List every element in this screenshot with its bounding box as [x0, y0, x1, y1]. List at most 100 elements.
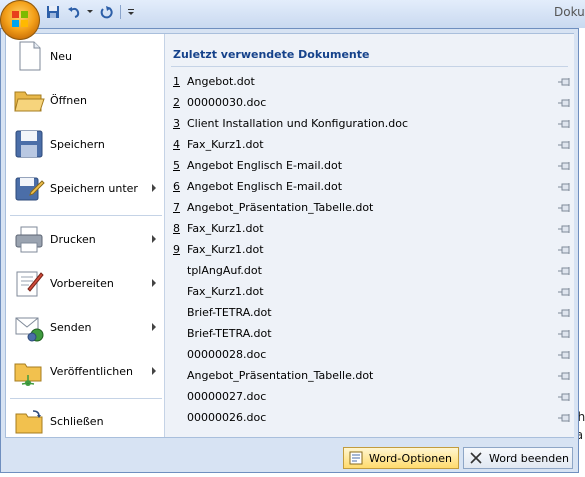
prepare-icon — [16, 271, 44, 297]
menu-item-label: Speichern unter — [50, 181, 138, 195]
recent-document-name: Brief-TETRA.dot — [187, 327, 272, 340]
menu-item-publish[interactable]: Veröffentlichen — [6, 350, 164, 392]
pin-icon[interactable] — [557, 224, 571, 234]
toolbar-separator — [120, 5, 121, 19]
submenu-arrow-icon — [152, 367, 156, 375]
office-menu: Neu Öffnen Speichern Speichern unter Dru… — [0, 28, 579, 473]
menu-item-label: Schließen — [50, 414, 104, 428]
recent-document-item[interactable]: 4 Fax_Kurz1.dot — [165, 135, 570, 155]
pin-icon[interactable] — [557, 203, 571, 213]
recent-document-item[interactable]: 00000027.doc — [165, 387, 570, 407]
options-icon — [349, 451, 363, 465]
word-options-label: Word-Optionen — [369, 451, 452, 465]
menu-separator — [10, 398, 162, 399]
submenu-arrow-icon — [152, 235, 156, 243]
pin-icon[interactable] — [557, 392, 571, 402]
menu-item-label: Öffnen — [50, 93, 87, 107]
recent-document-name: Brief-TETRA.dot — [187, 306, 272, 319]
close-icon — [470, 452, 482, 464]
menu-item-save[interactable]: Speichern — [6, 123, 164, 165]
send-icon — [15, 317, 44, 342]
recent-document-name: 00000030.doc — [187, 96, 267, 109]
recent-document-item[interactable]: Brief-TETRA.dot — [165, 303, 570, 323]
recent-document-item[interactable]: 9 Fax_Kurz1.dot — [165, 240, 570, 260]
save-as-icon — [15, 177, 45, 201]
pin-icon[interactable] — [557, 266, 571, 276]
office-logo-icon — [12, 11, 28, 27]
menu-item-open[interactable]: Öffnen — [6, 79, 164, 121]
window-title: Doku — [554, 5, 585, 19]
exit-word-button[interactable]: Word beenden — [463, 447, 573, 469]
undo-icon[interactable] — [65, 3, 83, 21]
recent-document-number: 9 — [173, 243, 180, 256]
pin-icon[interactable] — [557, 182, 571, 192]
recent-document-number: 7 — [173, 201, 180, 214]
pin-icon[interactable] — [557, 287, 571, 297]
publish-icon — [14, 363, 42, 386]
recent-document-name: Angebot.dot — [187, 75, 255, 88]
recent-document-item[interactable]: Fax_Kurz1.dot — [165, 282, 570, 302]
recent-document-name: Angebot_Präsentation_Tabelle.dot — [187, 369, 374, 382]
pin-icon[interactable] — [557, 413, 571, 423]
recent-document-item[interactable]: 3 Client Installation und Konfiguration.d… — [165, 114, 570, 134]
pin-icon[interactable] — [557, 140, 571, 150]
pin-icon[interactable] — [557, 371, 571, 381]
exit-word-label: Word beenden — [489, 451, 569, 465]
recent-document-item[interactable]: 6 Angebot Englisch E-mail.dot — [165, 177, 570, 197]
recent-document-item[interactable]: 00000028.doc — [165, 345, 570, 365]
save-icon[interactable] — [44, 3, 62, 21]
pin-icon[interactable] — [557, 98, 571, 108]
menu-item-label: Vorbereiten — [50, 276, 114, 290]
menu-item-close[interactable]: Schließen — [6, 400, 164, 442]
recent-document-number: 6 — [173, 180, 180, 193]
menu-separator — [10, 215, 162, 216]
recent-document-item[interactable]: 00000026.doc — [165, 408, 570, 428]
recent-document-number: 2 — [173, 96, 180, 109]
menu-item-send[interactable]: Senden — [6, 306, 164, 348]
recent-documents-panel: Zuletzt verwendete Dokumente 1 Angebot.do… — [164, 34, 574, 437]
menu-item-new[interactable]: Neu — [6, 35, 164, 77]
pin-icon[interactable] — [557, 245, 571, 255]
office-button[interactable] — [0, 0, 40, 40]
printer-icon — [15, 226, 43, 253]
save-disk-icon — [15, 130, 43, 158]
menu-item-print[interactable]: Drucken — [6, 218, 164, 260]
pin-icon[interactable] — [557, 161, 571, 171]
recent-document-name: Fax_Kurz1.dot — [187, 222, 264, 235]
pin-icon[interactable] — [557, 308, 571, 318]
pin-icon[interactable] — [557, 119, 571, 129]
command-list: Neu Öffnen Speichern Speichern unter Dru… — [6, 34, 164, 437]
title-bar: Doku — [0, 0, 585, 28]
recent-document-name: Angebot Englisch E-mail.dot — [187, 180, 343, 193]
recent-document-item[interactable]: 7 Angebot_Präsentation_Tabelle.dot — [165, 198, 570, 218]
recent-document-number: 3 — [173, 117, 180, 130]
recent-document-name: 00000026.doc — [187, 411, 267, 424]
recent-document-item[interactable]: 8 Fax_Kurz1.dot — [165, 219, 570, 239]
word-options-button[interactable]: Word-Optionen — [343, 447, 459, 469]
new-document-icon — [19, 41, 41, 71]
recent-document-item[interactable]: Angebot_Präsentation_Tabelle.dot — [165, 366, 570, 386]
recent-document-item[interactable]: 5 Angebot Englisch E-mail.dot — [165, 156, 570, 176]
recent-title-divider — [171, 66, 568, 67]
recent-document-name: Client Installation und Konfiguration.do… — [187, 117, 409, 130]
recent-document-name: Angebot Englisch E-mail.dot — [187, 159, 343, 172]
pin-icon[interactable] — [557, 329, 571, 339]
recent-document-item[interactable]: Brief-TETRA.dot — [165, 324, 570, 344]
recent-document-item[interactable]: 1 Angebot.dot — [165, 72, 570, 92]
recent-document-item[interactable]: tplAngAuf.dot — [165, 261, 570, 281]
recent-document-name: 00000028.doc — [187, 348, 267, 361]
pin-icon[interactable] — [557, 77, 571, 87]
recent-document-item[interactable]: 2 00000030.doc — [165, 93, 570, 113]
recent-document-name: tplAngAuf.dot — [187, 264, 262, 277]
redo-icon[interactable] — [97, 3, 115, 21]
recent-documents-title: Zuletzt verwendete Dokumente — [173, 48, 370, 61]
recent-document-name: 00000027.doc — [187, 390, 267, 403]
menu-item-label: Senden — [50, 320, 92, 334]
menu-item-save-as[interactable]: Speichern unter — [6, 167, 164, 209]
undo-dropdown-icon[interactable] — [86, 3, 94, 21]
pin-icon[interactable] — [557, 350, 571, 360]
recent-document-name: Fax_Kurz1.dot — [187, 243, 264, 256]
menu-item-prepare[interactable]: Vorbereiten — [6, 262, 164, 304]
customize-icon[interactable] — [126, 3, 136, 21]
recent-document-name: Angebot_Präsentation_Tabelle.dot — [187, 201, 374, 214]
